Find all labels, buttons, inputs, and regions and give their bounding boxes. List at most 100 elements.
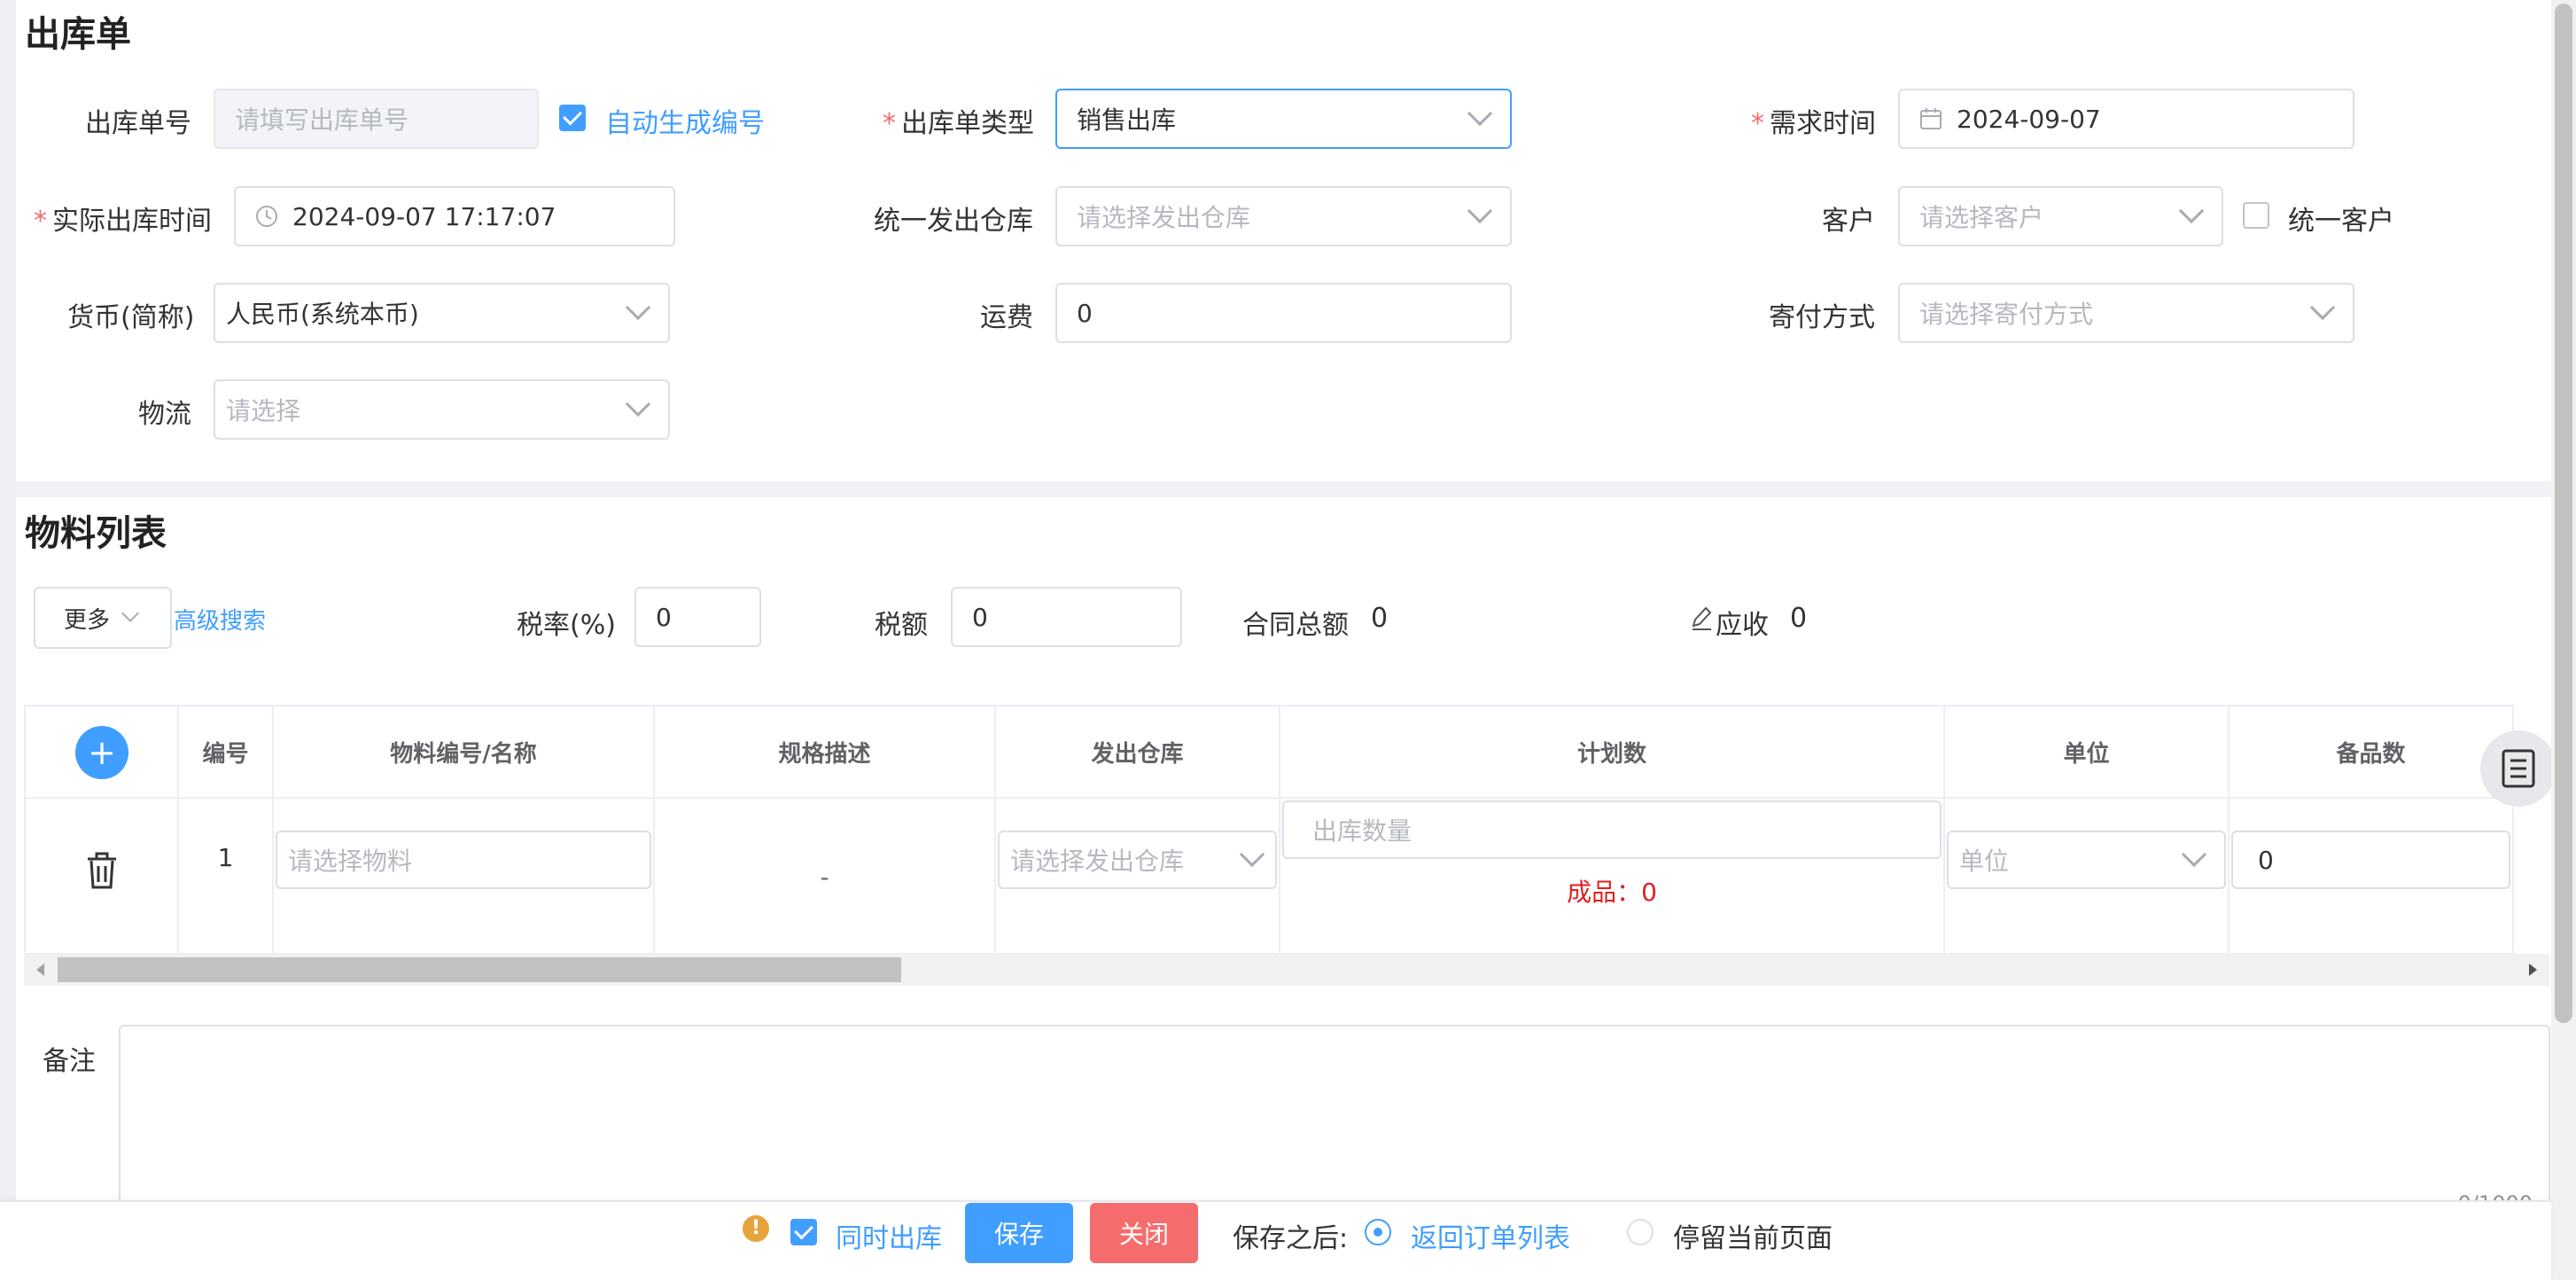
remark-textarea[interactable]: 0/1000: [119, 1025, 2550, 1216]
tax-rate-label: 税率(%): [517, 610, 616, 641]
chevron-down-icon: [121, 605, 139, 622]
column-header: 备品数: [2228, 705, 2514, 799]
freight-label: 运费: [980, 302, 1033, 333]
shipping-placeholder: 请选择寄付方式: [1919, 300, 2094, 329]
demand-time-picker[interactable]: 2024-09-07: [1898, 89, 2354, 149]
scrollbar-thumb[interactable]: [58, 957, 901, 982]
return-list-radio[interactable]: [1365, 1219, 1391, 1245]
delete-cell: [24, 797, 179, 955]
chevron-down-icon: [625, 294, 651, 321]
horizontal-scrollbar[interactable]: [24, 954, 2549, 986]
qty-input[interactable]: 出库数量: [1282, 800, 1942, 859]
demand-time-value: 2024-09-07: [1957, 104, 2101, 134]
more-dropdown[interactable]: 更多: [34, 587, 172, 649]
warning-icon: !: [743, 1215, 769, 1242]
calendar-icon: [1920, 108, 1942, 129]
row-index: 1: [217, 843, 234, 872]
customer-select[interactable]: 请选择客户: [1898, 186, 2223, 246]
scroll-right-arrow[interactable]: [2529, 964, 2537, 976]
unit-placeholder: 单位: [1959, 847, 2010, 876]
demand-time-label-text: 需求时间: [1770, 108, 1876, 139]
materials-title: 物料列表: [25, 513, 167, 554]
actual-time-label-text: 实际出库时间: [52, 206, 212, 237]
warehouse-placeholder: 请选择发出仓库: [1077, 203, 1251, 232]
chevron-down-icon: [2309, 294, 2336, 321]
stay-page-label[interactable]: 停留当前页面: [1673, 1216, 1833, 1255]
scroll-left-arrow[interactable]: [36, 964, 44, 976]
shipping-select[interactable]: 请选择寄付方式: [1898, 283, 2354, 343]
warehouse-cell: 请选择发出仓库: [994, 797, 1280, 955]
material-input[interactable]: 请选择物料: [276, 831, 651, 889]
warehouse-select[interactable]: 请选择发出仓库: [1055, 186, 1512, 246]
spare-value: 0: [2258, 845, 2274, 875]
chevron-down-icon: [1239, 841, 1265, 868]
unify-customer-label[interactable]: 统一客户: [2288, 199, 2394, 238]
column-header: 单位: [1943, 705, 2230, 799]
warehouse-label: 统一发出仓库: [874, 206, 1033, 237]
tax-amount-input[interactable]: 0: [951, 587, 1182, 647]
more-label: 更多: [64, 606, 111, 634]
receivable-value: 0: [1790, 603, 1808, 634]
unify-customer-checkbox[interactable]: [2243, 202, 2269, 229]
pencil-icon: [1692, 606, 1712, 630]
logistics-select[interactable]: 请选择: [214, 379, 670, 440]
logistics-label: 物流: [138, 399, 191, 430]
demand-time-label: * 需求时间: [1751, 108, 1876, 139]
actual-time-picker[interactable]: 2024-09-07 17:17:07: [234, 186, 675, 246]
currency-value: 人民币(系统本币): [226, 300, 419, 329]
order-no-input[interactable]: 请填写出库单号: [214, 89, 539, 149]
customer-placeholder: 请选择客户: [1919, 203, 2044, 232]
after-save-label: 保存之后:: [1233, 1223, 1349, 1254]
shipping-label: 寄付方式: [1769, 302, 1875, 333]
sync-outbound-label[interactable]: 同时出库: [836, 1216, 942, 1255]
left-edge: [0, 0, 16, 1280]
document-icon: [2502, 749, 2535, 788]
remark-label: 备注: [43, 1046, 96, 1077]
advanced-search-link[interactable]: 高级搜索: [174, 603, 266, 636]
material-table: + 编号 物料编号/名称 规格描述 发出仓库 计划数 单位 备品数 1 请选择物…: [24, 705, 2514, 955]
currency-select[interactable]: 人民币(系统本币): [214, 283, 670, 343]
table-row: 1 请选择物料 - 请选择发出仓库 出库数量 成品：0 单位 0: [24, 797, 2514, 955]
column-header: 编号: [177, 705, 274, 799]
clock-icon: [256, 206, 277, 227]
currency-label: 货币(简称): [67, 302, 195, 333]
spec-value: -: [820, 862, 829, 892]
order-no-label: 出库单号: [85, 108, 191, 139]
spare-input[interactable]: 0: [2231, 831, 2510, 889]
unit-cell: 单位: [1943, 797, 2230, 955]
tax-amount-label: 税额: [875, 610, 928, 641]
save-button[interactable]: 保存: [965, 1203, 1073, 1263]
actual-time-label: * 实际出库时间: [34, 206, 212, 237]
close-button[interactable]: 关闭: [1090, 1203, 1198, 1263]
order-no-placeholder: 请填写出库单号: [235, 105, 409, 135]
return-list-label[interactable]: 返回订单列表: [1411, 1216, 1570, 1255]
row-warehouse-select[interactable]: 请选择发出仓库: [998, 831, 1277, 889]
unit-select[interactable]: 单位: [1947, 831, 2226, 889]
tax-rate-input[interactable]: 0: [634, 587, 761, 647]
chevron-down-icon: [2181, 841, 2207, 868]
table-header-row: + 编号 物料编号/名称 规格描述 发出仓库 计划数 单位 备品数: [24, 705, 2514, 799]
tax-rate-value: 0: [656, 602, 672, 632]
column-header: 物料编号/名称: [272, 705, 655, 799]
type-select[interactable]: 销售出库: [1055, 89, 1512, 149]
trash-icon[interactable]: [86, 852, 118, 889]
contract-total-value: 0: [1371, 603, 1389, 634]
auto-number-label[interactable]: 自动生成编号: [605, 101, 765, 140]
type-value: 销售出库: [1077, 105, 1177, 135]
floating-doc-button[interactable]: [2480, 730, 2557, 807]
section-divider: [16, 481, 2557, 497]
column-header: 计划数: [1279, 705, 1945, 799]
chevron-down-icon: [2178, 198, 2205, 224]
auto-number-checkbox[interactable]: [559, 105, 586, 131]
vertical-scrollbar[interactable]: [2551, 0, 2576, 1280]
scrollbar-thumb[interactable]: [2555, 4, 2572, 1023]
actual-time-value: 2024-09-07 17:17:07: [292, 201, 556, 231]
freight-value: 0: [1077, 298, 1093, 328]
contract-total-label: 合同总额: [1242, 610, 1349, 641]
receivable-label: 应收: [1716, 610, 1769, 641]
sync-outbound-checkbox[interactable]: [790, 1219, 817, 1245]
add-row-button[interactable]: +: [75, 726, 128, 779]
stay-page-radio[interactable]: [1627, 1219, 1654, 1245]
freight-input[interactable]: 0: [1055, 283, 1512, 343]
row-warehouse-placeholder: 请选择发出仓库: [1010, 847, 1185, 876]
